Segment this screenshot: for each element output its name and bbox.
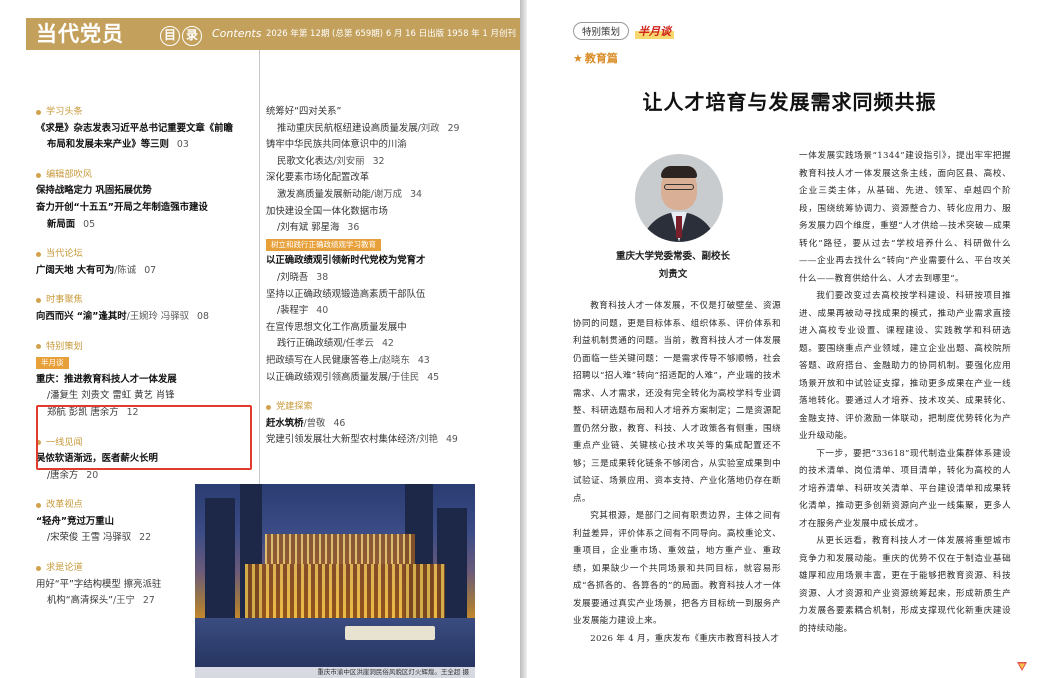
highlight-box [36,405,252,470]
banyuetan-tag: 半月谈 [36,357,69,370]
paragraph: 究其根源，是部门之间有职责边界，主体之间有利益差异，评价体系之间有不同导向。高校… [573,511,781,626]
cover-photo-hongyadong: 重庆市渝中区洪崖洞民俗风貌区灯火辉煌。王全超 摄 [195,484,475,678]
paragraph: 一体发展实践场景“1344”建设指引》，提出牢牢把握教育科技人才一体发展这条主线… [799,151,1011,284]
toc-entry-r18[interactable]: 党建引领发展壮大新型农村集体经济/刘艳 49 [266,432,516,449]
paragraph: 下一步，要把“33618”现代制造业集群体系建设的技术清单、岗位清单、项目清单，… [799,448,1011,529]
article-title: 让人才培育与发展需求同频共振 [642,90,937,114]
toc-entry-yixian-author: /唐余方 20 [47,469,99,481]
toc-entry-bianji-2[interactable]: 奋力开创“十五五”开局之年制造强市建设 [36,200,258,217]
bullet-icon [36,172,41,178]
tab-special-feature: 特别策划 [573,22,630,40]
bullet-icon [36,344,41,350]
toc-entry-r12: /裴程宇 40 [277,305,329,317]
toc-entry-r6[interactable]: 激发高质量发展新动能/谢万成 34 [266,187,516,204]
article-column-2: 一体发展实践场景“1344”建设指引》，提出牢牢把握教育科技人才一体发展这条主线… [799,148,1011,638]
toc-column-right: 统筹好“四对关系” 推动重庆民航枢纽建设高质量发展/刘政 29 铸牢中华民族共同体… [266,104,516,449]
toc-entry-r4[interactable]: 民歌文化表达/刘安丽 32 [266,154,516,171]
toc-entry-r2[interactable]: 推动重庆民航枢纽建设高质量发展/刘政 29 [266,121,516,138]
column-divider [259,50,260,490]
toc-entry-r15[interactable]: 把政绩写在人民健康答卷上/赵晓东 43 [266,353,516,370]
bullet-icon [266,404,271,410]
toc-entry-r14[interactable]: 践行正确政绩观/任孝云 42 [266,336,516,353]
issue-info: 2026 年第 12期 (总第 659期) 6 月 16 日出版 1958 年 … [266,29,516,39]
author-title: 重庆大学党委常委、副校长 [615,251,730,262]
feature-tabs: 特别策划 半月谈 [573,22,675,40]
tab-banyuetan: 半月谈 [635,23,675,39]
paragraph: 2026 年 4 月，重庆发布《重庆市教育科技人才 [590,633,780,644]
photo-caption: 重庆市渝中区洪崖洞民俗风貌区灯火辉煌。王全超 摄 [195,667,475,678]
contents-label: Contents [212,27,262,40]
toc-entry-r11[interactable]: 坚持以正确政绩观锻造高素质干部队伍 [266,287,516,304]
section-head-bianji: 编辑部吹风 [36,167,258,184]
toc-page: 当代党员 目录 Contents 2026 年第 12期 (总第 659期) 6… [0,0,520,678]
article-column-1: 教育科技人才一体发展，不仅是打破壁垒、资源协同的问题，更是目标体系、组织体系、评… [573,298,781,648]
toc-entry-r10: /刘晓吾 38 [277,271,329,283]
paragraph: 从更长远看，教育科技人才一体发展将重塑城市竞争力和发展动能。重庆的优势不仅在于制… [799,536,1011,634]
bullet-icon [36,565,41,571]
paragraph: 我们要改变过去高校按学科建设、科研按项目推进、成果再被动寻找成果的模式，推动产业… [799,291,1011,441]
mulu-char-2: 录 [182,26,202,46]
section-head-shishi: 时事聚焦 [36,292,258,309]
bullet-icon [36,109,41,115]
toc-entry-xuexi-cont[interactable]: 布局和发展未来产业》等三则 03 [36,137,258,154]
star-icon: ★ [573,52,583,65]
section-head-xuexi: 学习头条 [36,104,258,121]
toc-entry-bianji[interactable]: 保持战略定力 巩固拓展优势 [36,183,258,200]
toc-entry-xuexi[interactable]: 《求是》杂志发表习近平总书记重要文章《前瞻 [36,121,258,138]
toc-entry-r7[interactable]: 加快建设全国一体化数据市场 [266,204,516,221]
section-head-tebie: 特别策划 [36,339,258,356]
toc-entry-tebie[interactable]: 重庆：推进教育科技人才一体发展 [36,372,258,389]
section-head-luntan: 当代论坛 [36,246,258,263]
toc-entry-bianji-3[interactable]: 新局面 05 [36,217,258,234]
toc-entry-r3[interactable]: 铸牢中华民族共同体意识中的川渝 [266,137,516,154]
paragraph: 教育科技人才一体发展，不仅是打破壁垒、资源协同的问题，更是目标体系、组织体系、评… [573,301,781,504]
section-head-dangjian: 党建探索 [266,399,516,416]
toc-entry-r5[interactable]: 深化要素市场化配置改革 [266,170,516,187]
toc-entry-r9[interactable]: 以正确政绩观引领新时代党校为党育才 [266,253,516,270]
toc-entry-r16[interactable]: 以正确政绩观引领高质量发展/于佳民 45 [266,370,516,387]
toc-entry-r17[interactable]: 赶水筑桥/曾敬 46 [266,416,516,433]
mulu-char-1: 目 [160,26,180,46]
section-tag: ★ 教育篇 [573,52,618,65]
building-lights [245,564,445,624]
toc-header-bar: 当代党员 目录 Contents 2026 年第 12期 (总第 659期) 6… [26,18,520,50]
zhengjiguan-tag: 树立和践行正确政绩观学习教育 [266,238,381,251]
book-spine [520,0,527,678]
toc-entry-r13[interactable]: 在宣传思想文化工作高质量发展中 [266,320,516,337]
author-portrait [635,154,723,242]
bullet-icon [36,503,41,509]
toc-entry-r8: /刘有斌 郭星海 36 [277,222,360,234]
contents-badge: 目录 [160,24,204,46]
toc-entry-luntan[interactable]: 广阔天地 大有可为/陈诚 07 [36,263,258,280]
boat [345,626,435,640]
toc-entry-shishi[interactable]: 向西而兴 “渝”逢其时/王婉玲 冯驿驭 08 [36,309,258,326]
end-mark-icon [1017,662,1027,671]
toc-entry-r1[interactable]: 统筹好“四对关系” [266,104,516,121]
toc-entry-tebie-authors: /潘复生 刘贵文 雷虹 黄艺 肖锋 [47,390,175,402]
bullet-icon [36,251,41,257]
magazine-title: 当代党员 [36,21,124,46]
bullet-icon [36,298,41,304]
building-lights [265,534,415,564]
article-page: 特别策划 半月谈 ★ 教育篇 让人才培育与发展需求同频共振 重庆大学党委常委、副校… [527,0,1052,678]
author-name: 刘贵文 [658,269,688,280]
